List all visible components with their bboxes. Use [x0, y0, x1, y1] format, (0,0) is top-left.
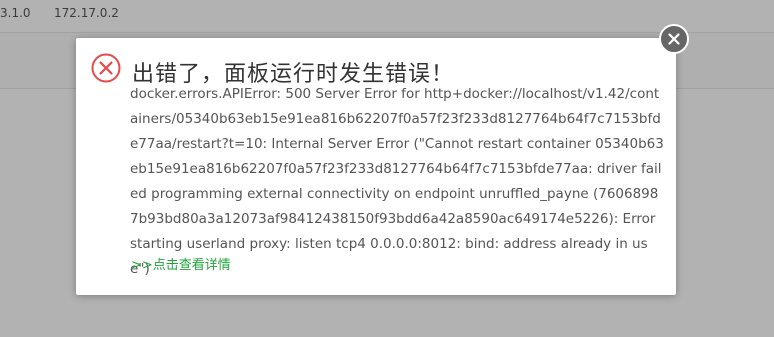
close-button[interactable] [659, 24, 689, 54]
error-message: docker.errors.APIError: 500 Server Error… [130, 86, 664, 277]
error-dialog: 出错了，面板运行时发生错误！ docker.errors.APIError: 5… [76, 38, 676, 295]
close-icon [668, 33, 680, 45]
error-circle-icon [91, 53, 121, 83]
view-details-link[interactable]: >>点击查看详情 [131, 254, 231, 273]
